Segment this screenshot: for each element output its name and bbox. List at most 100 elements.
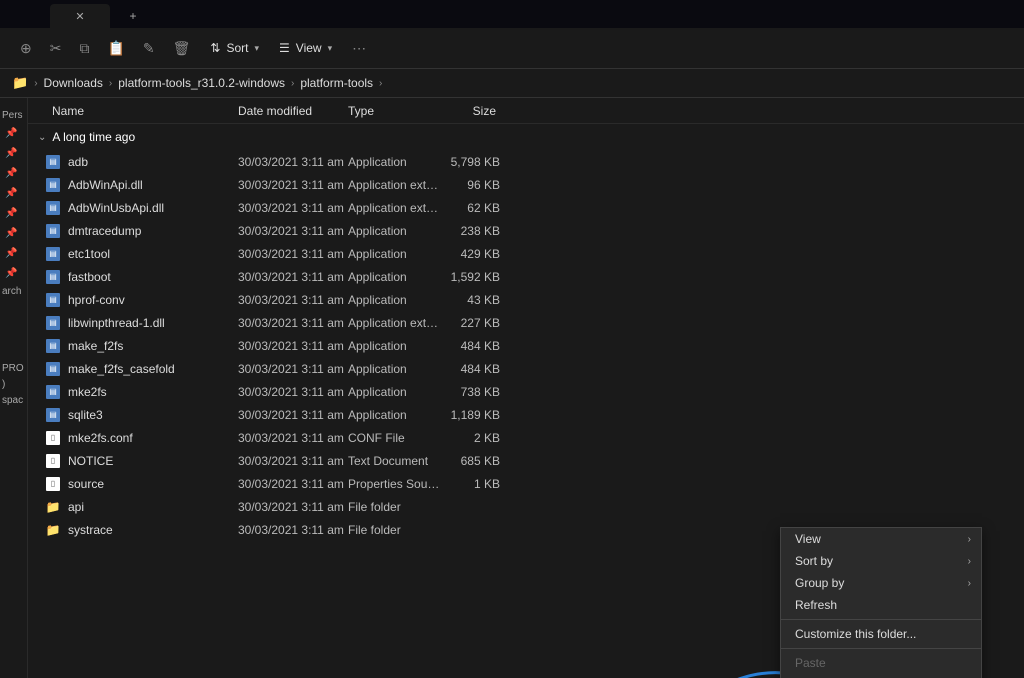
sidebar-item[interactable]: ) xyxy=(0,377,27,392)
file-size: 484 KB xyxy=(442,339,500,353)
pin-icon[interactable]: 📌 xyxy=(0,124,27,143)
file-row[interactable]: ▯NOTICE30/03/2021 3:11 amText Document68… xyxy=(28,449,1024,472)
sidebar-item[interactable]: Pers xyxy=(0,108,27,123)
file-type: Application exten... xyxy=(348,178,442,192)
chevron-down-icon: ⌄ xyxy=(38,132,46,143)
file-type: Application xyxy=(348,408,442,422)
pin-icon[interactable]: 📌 xyxy=(0,164,27,183)
file-date: 30/03/2021 3:11 am xyxy=(238,178,348,192)
delete-icon[interactable]: 🗑 xyxy=(173,40,191,57)
breadcrumb-item[interactable]: Downloads xyxy=(44,76,103,90)
file-explorer-window: ✕ + ⊕ ✂ ⧉ 📋 ✎ 🗑 ⇅ Sort ▾ ☰ View ▾ ⋯ 📁 › … xyxy=(0,0,1024,678)
file-name-text: NOTICE xyxy=(68,454,113,468)
ctx-refresh[interactable]: Refresh xyxy=(781,594,981,616)
application-icon: ▤ xyxy=(46,201,60,215)
breadcrumb[interactable]: 📁 › Downloads › platform-tools_r31.0.2-w… xyxy=(0,68,1024,98)
file-name-text: sqlite3 xyxy=(68,408,103,422)
file-date: 30/03/2021 3:11 am xyxy=(238,454,348,468)
chevron-right-icon: › xyxy=(968,578,971,589)
plus-icon: + xyxy=(129,9,136,23)
file-name-text: make_f2fs_casefold xyxy=(68,362,175,376)
cut-icon[interactable]: ✂ xyxy=(50,40,62,57)
pin-icon[interactable]: 📌 xyxy=(0,264,27,283)
file-icon: ▯ xyxy=(46,477,60,491)
paste-icon[interactable]: 📋 xyxy=(107,40,124,57)
file-size: 2 KB xyxy=(442,431,500,445)
folder-icon: 📁 xyxy=(46,500,60,514)
sort-button[interactable]: ⇅ Sort ▾ xyxy=(210,41,259,55)
file-row[interactable]: ▤hprof-conv30/03/2021 3:11 amApplication… xyxy=(28,288,1024,311)
file-row[interactable]: ▯source30/03/2021 3:11 amProperties Sour… xyxy=(28,472,1024,495)
file-row[interactable]: ▤mke2fs30/03/2021 3:11 amApplication738 … xyxy=(28,380,1024,403)
rename-icon[interactable]: ✎ xyxy=(143,40,155,57)
sidebar-item[interactable]: arch xyxy=(0,284,27,299)
file-type: Application xyxy=(348,362,442,376)
breadcrumb-item[interactable]: platform-tools_r31.0.2-windows xyxy=(118,76,285,90)
file-row[interactable]: ▤AdbWinApi.dll30/03/2021 3:11 amApplicat… xyxy=(28,173,1024,196)
sidebar-item[interactable]: PRO xyxy=(0,361,27,376)
sort-icon: ⇅ xyxy=(210,41,220,55)
file-row[interactable]: ▤make_f2fs_casefold30/03/2021 3:11 amApp… xyxy=(28,357,1024,380)
file-list[interactable]: Name Date modified Type Size ⌄ A long ti… xyxy=(28,98,1024,678)
file-row[interactable]: ▤sqlite330/03/2021 3:11 amApplication1,1… xyxy=(28,403,1024,426)
file-row[interactable]: ▤adb30/03/2021 3:11 amApplication5,798 K… xyxy=(28,150,1024,173)
pin-icon[interactable]: 📌 xyxy=(0,144,27,163)
file-row[interactable]: ▯mke2fs.conf30/03/2021 3:11 amCONF File2… xyxy=(28,426,1024,449)
file-row[interactable]: ▤libwinpthread-1.dll30/03/2021 3:11 amAp… xyxy=(28,311,1024,334)
pin-icon[interactable]: 📌 xyxy=(0,204,27,223)
file-type: Application xyxy=(348,155,442,169)
pin-icon[interactable]: 📌 xyxy=(0,244,27,263)
file-row[interactable]: ▤AdbWinUsbApi.dll30/03/2021 3:11 amAppli… xyxy=(28,196,1024,219)
header-name[interactable]: Name xyxy=(28,104,238,118)
file-row[interactable]: ▤make_f2fs30/03/2021 3:11 amApplication4… xyxy=(28,334,1024,357)
header-type[interactable]: Type xyxy=(348,104,442,118)
new-tab-button[interactable]: + xyxy=(118,4,148,28)
file-date: 30/03/2021 3:11 am xyxy=(238,339,348,353)
file-name-text: dmtracedump xyxy=(68,224,141,238)
file-row[interactable]: ▤dmtracedump30/03/2021 3:11 amApplicatio… xyxy=(28,219,1024,242)
new-icon[interactable]: ⊕ xyxy=(20,40,32,57)
file-row[interactable]: ▤etc1tool30/03/2021 3:11 amApplication42… xyxy=(28,242,1024,265)
file-date: 30/03/2021 3:11 am xyxy=(238,500,348,514)
chevron-right-icon: › xyxy=(109,78,112,89)
application-icon: ▤ xyxy=(46,408,60,422)
ctx-undo-delete[interactable]: Undo DeleteCtrl+Z xyxy=(781,674,981,678)
ctx-group-by[interactable]: Group by› xyxy=(781,572,981,594)
active-tab[interactable]: ✕ xyxy=(50,4,110,28)
file-size: 1 KB xyxy=(442,477,500,491)
file-name-text: hprof-conv xyxy=(68,293,125,307)
more-icon[interactable]: ⋯ xyxy=(352,40,366,57)
ctx-customize[interactable]: Customize this folder... xyxy=(781,623,981,645)
file-date: 30/03/2021 3:11 am xyxy=(238,408,348,422)
breadcrumb-item[interactable]: platform-tools xyxy=(300,76,373,90)
tab-bar: ✕ + xyxy=(0,0,1024,28)
header-date[interactable]: Date modified xyxy=(238,104,348,118)
pin-icon[interactable]: 📌 xyxy=(0,224,27,243)
ctx-view[interactable]: View› xyxy=(781,528,981,550)
file-type: Application xyxy=(348,293,442,307)
file-type: Application xyxy=(348,224,442,238)
file-date: 30/03/2021 3:11 am xyxy=(238,155,348,169)
view-button[interactable]: ☰ View ▾ xyxy=(279,41,332,55)
folder-icon: 📁 xyxy=(12,75,28,91)
file-size: 43 KB xyxy=(442,293,500,307)
copy-icon[interactable]: ⧉ xyxy=(79,40,89,57)
file-name-text: mke2fs.conf xyxy=(68,431,133,445)
file-row[interactable]: 📁api30/03/2021 3:11 amFile folder xyxy=(28,495,1024,518)
group-header[interactable]: ⌄ A long time ago xyxy=(28,124,1024,150)
close-icon[interactable]: ✕ xyxy=(75,10,84,23)
ctx-sort-by[interactable]: Sort by› xyxy=(781,550,981,572)
application-icon: ▤ xyxy=(46,316,60,330)
sidebar-item[interactable]: spac xyxy=(0,393,27,408)
file-name-text: api xyxy=(68,500,84,514)
header-size[interactable]: Size xyxy=(442,104,500,118)
file-type: Application xyxy=(348,247,442,261)
file-row[interactable]: ▤fastboot30/03/2021 3:11 amApplication1,… xyxy=(28,265,1024,288)
sidebar: Pers 📌 📌 📌 📌 📌 📌 📌 📌 arch PRO ) spac xyxy=(0,98,28,678)
chevron-right-icon: › xyxy=(291,78,294,89)
chevron-right-icon: › xyxy=(379,78,382,89)
file-type: Application xyxy=(348,339,442,353)
clipboard-group: ⊕ ✂ ⧉ 📋 ✎ 🗑 xyxy=(20,40,190,57)
file-date: 30/03/2021 3:11 am xyxy=(238,477,348,491)
pin-icon[interactable]: 📌 xyxy=(0,184,27,203)
